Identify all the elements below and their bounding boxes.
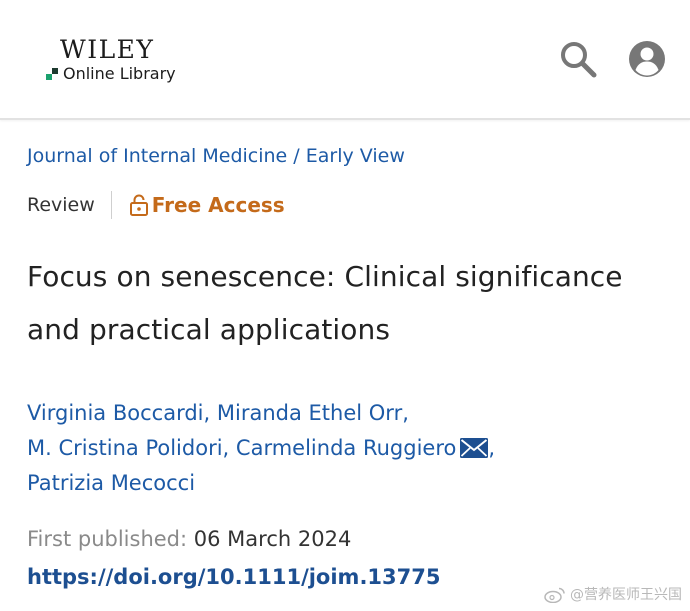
logo-product: Online Library	[63, 64, 176, 83]
free-access-label: Free Access	[151, 193, 285, 217]
author-separator: ,	[488, 436, 496, 460]
account-circle-icon	[629, 41, 665, 77]
breadcrumb-separator: /	[293, 145, 300, 167]
search-button[interactable]	[558, 39, 598, 79]
author-link[interactable]: Virginia Boccardi	[27, 401, 204, 425]
breadcrumb: Journal of Internal Medicine / Early Vie…	[27, 144, 405, 168]
published-label: First published:	[27, 527, 188, 551]
publication-info: First published: 06 March 2024	[27, 523, 351, 555]
author-link[interactable]: Miranda Ethel Orr	[217, 401, 402, 425]
logo-brand: WILEY	[60, 35, 155, 64]
author-separator: ,	[222, 436, 230, 460]
free-access-badge: Free Access	[129, 193, 285, 217]
article-meta-row: Review Free Access	[27, 190, 285, 220]
wiley-online-library-logo[interactable]: WILEY Online Library	[46, 36, 176, 83]
breadcrumb-section-link[interactable]: Early View	[306, 145, 405, 167]
meta-divider	[110, 191, 112, 219]
weibo-icon	[544, 587, 565, 603]
site-header: WILEY Online Library	[0, 0, 690, 120]
author-link[interactable]: Patrizia Mecocci	[27, 471, 195, 495]
mail-icon[interactable]	[460, 438, 489, 458]
breadcrumb-journal-link[interactable]: Journal of Internal Medicine	[27, 145, 287, 167]
author-link[interactable]: M. Cristina Polidori	[27, 436, 223, 460]
author-link[interactable]: Carmelinda Ruggiero	[236, 436, 456, 460]
watermark: @营养医师王兴国	[544, 584, 682, 604]
doi-link[interactable]: https://doi.org/10.1111/joim.13775	[27, 561, 440, 593]
logo-sub: Online Library	[46, 65, 176, 83]
author-list: Virginia Boccardi, Miranda Ethel Orr, M.…	[27, 396, 667, 501]
account-button[interactable]	[628, 40, 666, 78]
article-type: Review	[27, 194, 95, 216]
published-date: 06 March 2024	[193, 527, 352, 551]
logo-mark-icon	[46, 68, 60, 80]
unlock-icon	[129, 194, 148, 216]
author-separator: ,	[402, 401, 409, 425]
article-title: Focus on senescence: Clinical significan…	[27, 260, 623, 346]
author-separator: ,	[203, 401, 211, 425]
search-icon	[561, 42, 597, 78]
watermark-text: @营养医师王兴国	[570, 587, 682, 603]
